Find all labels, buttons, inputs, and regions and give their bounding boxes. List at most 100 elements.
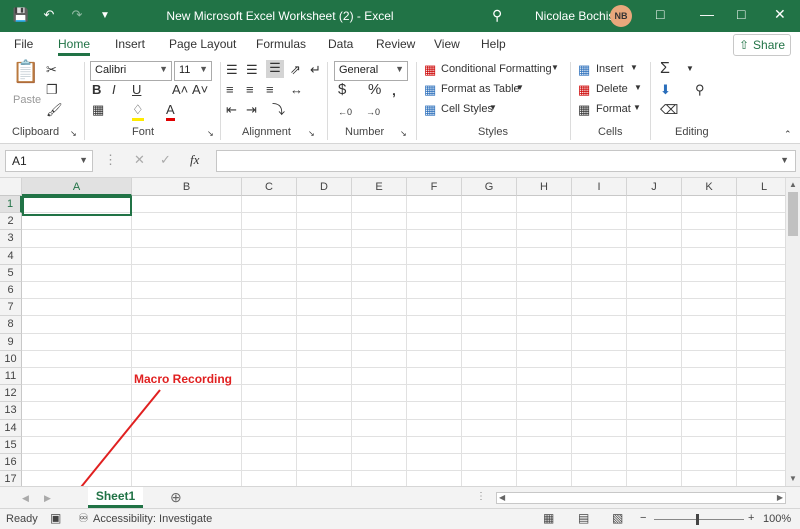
format-as-table-button[interactable]: Format as Table xyxy=(441,83,520,95)
cut-icon[interactable]: ✂ xyxy=(46,62,57,78)
enter-icon[interactable]: ✓ xyxy=(160,152,171,168)
accessibility-status[interactable]: Accessibility: Investigate xyxy=(93,513,212,525)
next-sheet-icon[interactable]: ▶ xyxy=(44,490,51,506)
align-top-icon[interactable]: ☰ xyxy=(226,62,238,78)
decrease-decimal-icon[interactable]: →0 xyxy=(366,104,380,120)
align-center-icon[interactable]: ≡ xyxy=(246,82,254,98)
text-direction-icon[interactable]: ⤵ xyxy=(272,102,285,118)
row-header-2[interactable]: 2 xyxy=(0,213,22,231)
active-cell[interactable] xyxy=(22,196,132,216)
currency-icon[interactable]: $ xyxy=(338,82,346,98)
conditional-formatting-button[interactable]: Conditional Formatting xyxy=(441,63,552,75)
wrap-text-icon[interactable]: ↵ xyxy=(310,62,321,78)
scroll-right-icon[interactable]: ▶ xyxy=(777,493,783,502)
row-header-12[interactable]: 12 xyxy=(0,385,22,403)
zoom-level[interactable]: 100% xyxy=(763,513,791,525)
clear-icon[interactable]: ⌫ xyxy=(660,102,678,118)
row-header-7[interactable]: 7 xyxy=(0,299,22,317)
row-header-14[interactable]: 14 xyxy=(0,419,22,437)
column-header-h[interactable]: H xyxy=(517,178,572,196)
row-header-4[interactable]: 4 xyxy=(0,247,22,265)
comma-style-icon[interactable]: ‚ xyxy=(392,82,396,98)
collapse-ribbon-icon[interactable]: ⌃ xyxy=(784,126,792,142)
tab-data[interactable]: Data xyxy=(328,37,353,51)
vertical-scrollbar[interactable]: ▲ ▼ xyxy=(785,178,800,486)
font-color-icon[interactable]: A xyxy=(166,102,175,121)
tab-review[interactable]: Review xyxy=(376,37,415,51)
align-right-icon[interactable]: ≡ xyxy=(266,82,274,98)
tab-insert[interactable]: Insert xyxy=(115,37,145,51)
bold-icon[interactable]: B xyxy=(92,82,101,98)
select-all-corner[interactable] xyxy=(0,178,22,196)
row-header-10[interactable]: 10 xyxy=(0,350,22,368)
column-header-f[interactable]: F xyxy=(407,178,462,196)
page-layout-view-icon[interactable]: ▤ xyxy=(578,511,589,525)
insert-cells-button[interactable]: Insert xyxy=(596,63,624,75)
align-bottom-icon[interactable]: ☰ xyxy=(266,60,284,78)
close-icon[interactable]: ✕ xyxy=(774,6,786,23)
column-header-e[interactable]: E xyxy=(352,178,407,196)
search-icon[interactable]: ⚲ xyxy=(492,7,502,24)
shrink-font-icon[interactable]: A˅ xyxy=(192,82,208,98)
autosum-icon[interactable]: Σ xyxy=(660,61,670,77)
row-header-13[interactable]: 13 xyxy=(0,402,22,420)
user-name[interactable]: Nicolae Bochis xyxy=(535,9,614,23)
scroll-down-icon[interactable]: ▼ xyxy=(789,474,797,483)
paste-icon[interactable]: 📋 xyxy=(12,61,39,83)
scroll-left-icon[interactable]: ◀ xyxy=(499,493,505,502)
maximize-icon[interactable]: □ xyxy=(737,6,745,22)
grow-font-icon[interactable]: A˄ xyxy=(172,82,188,98)
row-header-5[interactable]: 5 xyxy=(0,264,22,282)
avatar[interactable]: NB xyxy=(610,5,632,27)
minimize-icon[interactable]: — xyxy=(700,6,714,22)
column-header-j[interactable]: J xyxy=(627,178,682,196)
paste-label[interactable]: Paste xyxy=(13,94,41,106)
find-select-icon[interactable]: ⚲ xyxy=(695,82,705,98)
horizontal-scrollbar[interactable]: ◀ ▶ xyxy=(496,492,786,504)
percent-icon[interactable]: % xyxy=(368,82,381,98)
dialog-launcher-icon[interactable]: ↘ xyxy=(400,126,407,142)
orientation-icon[interactable]: ⇗ xyxy=(290,62,301,78)
share-button[interactable]: ⇧ Share xyxy=(733,34,791,56)
borders-icon[interactable]: ▦ xyxy=(92,102,104,118)
font-name-select[interactable]: Calibri ▼ xyxy=(90,61,172,81)
accessibility-icon[interactable]: ♾ xyxy=(78,511,89,525)
zoom-in-icon[interactable]: + xyxy=(748,512,754,524)
row-header-8[interactable]: 8 xyxy=(0,316,22,334)
zoom-slider[interactable] xyxy=(654,519,744,520)
tab-page-layout[interactable]: Page Layout xyxy=(169,37,236,51)
row-header-11[interactable]: 11 xyxy=(0,368,22,386)
normal-view-icon[interactable]: ▦ xyxy=(543,511,554,525)
add-sheet-icon[interactable]: ⊕ xyxy=(170,489,182,505)
align-middle-icon[interactable]: ☰ xyxy=(246,62,258,78)
copy-icon[interactable]: ❐ xyxy=(46,82,58,98)
dialog-launcher-icon[interactable]: ↘ xyxy=(70,126,77,142)
tab-view[interactable]: View xyxy=(434,37,460,51)
increase-indent-icon[interactable]: ⇥ xyxy=(246,102,257,118)
format-cells-button[interactable]: Format xyxy=(596,103,631,115)
dialog-launcher-icon[interactable]: ↘ xyxy=(308,126,315,142)
row-header-17[interactable]: 17 xyxy=(0,471,22,486)
underline-icon[interactable]: U xyxy=(132,82,141,98)
dialog-launcher-icon[interactable]: ↘ xyxy=(207,126,214,142)
cell-styles-button[interactable]: Cell Styles xyxy=(441,103,493,115)
delete-cells-button[interactable]: Delete xyxy=(596,83,628,95)
row-header-3[interactable]: 3 xyxy=(0,230,22,248)
decrease-indent-icon[interactable]: ⇤ xyxy=(226,102,237,118)
tab-home[interactable]: Home xyxy=(58,37,91,56)
column-header-a[interactable]: A xyxy=(22,178,132,196)
column-header-g[interactable]: G xyxy=(462,178,517,196)
zoom-out-icon[interactable]: − xyxy=(640,512,646,524)
number-format-select[interactable]: General ▼ xyxy=(334,61,408,81)
column-header-d[interactable]: D xyxy=(297,178,352,196)
fill-color-icon[interactable]: ♢ xyxy=(132,102,144,121)
tab-file[interactable]: File xyxy=(14,37,33,51)
column-header-b[interactable]: B xyxy=(132,178,242,196)
italic-icon[interactable]: I xyxy=(112,82,116,98)
font-size-select[interactable]: 11 ▼ xyxy=(174,61,212,81)
formula-input[interactable]: ▼ xyxy=(216,150,796,172)
tab-formulas[interactable]: Formulas xyxy=(256,37,306,51)
ribbon-display-icon[interactable]: □ xyxy=(656,6,664,22)
scroll-thumb[interactable] xyxy=(788,192,798,236)
macro-recording-icon[interactable]: ▣ xyxy=(50,511,61,525)
